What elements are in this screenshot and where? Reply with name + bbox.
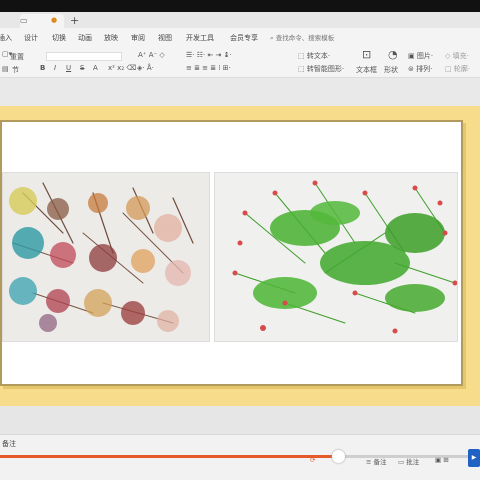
green-ink-painting-image (215, 173, 457, 341)
convert-smartart-label: 转智能图形 (306, 65, 342, 73)
italic-button[interactable]: I (54, 64, 56, 72)
colorful-ink-painting-image (3, 173, 209, 341)
slide[interactable] (0, 120, 463, 386)
view-mode-icons[interactable]: ▣ ⊞ (435, 456, 449, 464)
search-icon: ⌕ (270, 34, 274, 42)
fill-label: 填充 (452, 52, 467, 60)
shape-icon[interactable]: ◔ (388, 48, 398, 61)
slide-canvas (0, 106, 480, 406)
photo-green-ink-painting[interactable] (214, 172, 458, 342)
convert-art-button[interactable]: ⬚ 转文本· (298, 51, 330, 61)
picture-label: 图片 (416, 52, 431, 60)
shape-button[interactable]: 形状 (384, 65, 398, 75)
notes-placeholder[interactable]: 备注 (2, 439, 16, 449)
status-bar: 备注 ⟳ ≡ 备注 ▭ 批注 ▣ ⊞ ▶ (0, 434, 480, 480)
font-color-button[interactable]: A (93, 64, 98, 72)
workspace-top-margin (0, 78, 480, 106)
outline-button[interactable]: □ 轮廓· (445, 64, 470, 74)
align-icons[interactable]: ≡ ≣ ≡ ≣ ⁞ ⊞· (186, 64, 231, 72)
playback-scrubber[interactable] (332, 450, 345, 463)
list-icons[interactable]: ☰· ☷· ⇤ ⇥ ↨· (186, 51, 232, 59)
document-tab-bar: ▭ ● + (0, 12, 480, 28)
textbox-icon[interactable]: ⊡ (362, 48, 371, 61)
textbox-button[interactable]: 文本框 (356, 65, 377, 75)
tab-design[interactable]: 设计 (24, 33, 38, 43)
tab-transition[interactable]: 切换 (52, 33, 66, 43)
smart-icon[interactable]: ⟳ (310, 456, 315, 464)
title-bar (0, 0, 480, 12)
convert-art-label: 转文本 (306, 52, 328, 60)
underline-button[interactable]: U (66, 64, 71, 72)
search-placeholder: 查找命令、搜索模板 (275, 34, 335, 42)
comment-toggle[interactable]: ▭ 批注 (398, 456, 419, 466)
new-tab-button[interactable]: + (70, 14, 79, 27)
notes-toggle-label: 备注 (373, 458, 387, 466)
unsaved-indicator-icon: ● (51, 16, 58, 24)
tab-insert[interactable]: 插入 (0, 33, 12, 43)
section-icon[interactable]: ▤ (2, 65, 9, 73)
tab-developer[interactable]: 开发工具 (186, 33, 214, 43)
convert-smartart-button[interactable]: ⬚ 转智能图形· (298, 64, 344, 74)
reset-button[interactable]: 重置 (10, 52, 24, 62)
bold-button[interactable]: B (40, 64, 45, 72)
tab-slideshow[interactable]: 放映 (104, 33, 118, 43)
tab-review[interactable]: 审阅 (131, 33, 145, 43)
outline-label: 轮廓 (453, 65, 468, 73)
section-button[interactable]: 节 (12, 65, 19, 75)
picture-button[interactable]: ▣ 图片· (408, 51, 433, 61)
strikethrough-button[interactable]: S (80, 64, 84, 72)
font-grow-icon[interactable]: A⁺ A⁻ ◇ (138, 51, 165, 59)
photo-colorful-ink-painting[interactable] (2, 172, 210, 342)
comment-toggle-label: 批注 (406, 458, 420, 466)
document-icon: ▭ (20, 16, 28, 25)
tab-animation[interactable]: 动画 (78, 33, 92, 43)
play-slideshow-icon[interactable]: ▶ (468, 449, 480, 467)
tab-member[interactable]: 会员专享 (230, 33, 258, 43)
text-effects-icon[interactable]: ◈· Å· (137, 64, 154, 72)
superscript-icon[interactable]: x² x₂ ⌫ (108, 64, 136, 72)
tab-view[interactable]: 视图 (158, 33, 172, 43)
fill-button[interactable]: ◇ 填充· (445, 51, 469, 61)
ribbon-toolbar: ▢▾ 重置 ▤ 节 A⁺ A⁻ ◇ B I U S A x² x₂ ⌫ ◈· Å… (0, 46, 480, 78)
notes-toggle[interactable]: ≡ 备注 (366, 456, 387, 466)
font-select[interactable] (46, 52, 122, 61)
playback-progress (0, 455, 336, 458)
ribbon-tabs: 插入 设计 切换 动画 放映 审阅 视图 开发工具 会员专享 ⌕ 查找命令、搜索… (0, 28, 480, 46)
command-search[interactable]: ⌕ 查找命令、搜索模板 (270, 32, 334, 43)
arrange-label: 排列 (416, 65, 431, 73)
workspace-bottom-margin (0, 406, 480, 434)
arrange-button[interactable]: ⊜ 排列· (408, 64, 432, 74)
